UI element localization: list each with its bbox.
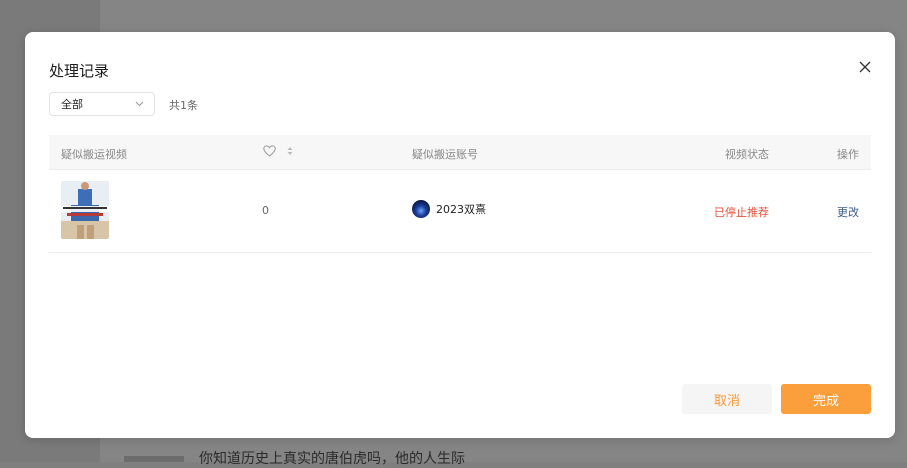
close-button[interactable] [855,57,875,77]
avatar [412,200,430,218]
column-action: 操作 [837,148,859,161]
account-cell[interactable]: 2023双熹 [412,200,486,218]
column-status: 视频状态 [725,148,769,161]
likes-count: 0 [262,204,269,217]
video-thumbnail-image [61,181,109,239]
records-modal: 处理记录 全部 共1条 疑似搬运视频 疑似搬运账号 视频状态 操作 0 2023… [25,32,895,438]
background-thumbnail [124,456,184,462]
change-link[interactable]: 更改 [837,204,859,220]
heart-icon [263,145,276,157]
records-table: 疑似搬运视频 疑似搬运账号 视频状态 操作 0 2023双熹 已停止推荐 更改 [49,135,871,253]
status-filter-select[interactable]: 全部 [49,92,155,116]
close-icon [859,61,871,73]
background-video-title: 你知道历史上真实的唐伯虎吗，他的人生际 [199,451,465,467]
confirm-button[interactable]: 完成 [781,384,871,414]
chevron-down-icon [135,101,144,107]
video-thumbnail[interactable] [61,181,109,239]
sort-icon [287,147,292,155]
status-badge: 已停止推荐 [714,206,769,219]
column-account: 疑似搬运账号 [412,148,478,161]
column-likes[interactable] [263,145,294,160]
filter-selected-value: 全部 [61,98,83,111]
table-header: 疑似搬运视频 疑似搬运账号 视频状态 操作 [49,135,871,169]
total-count: 共1条 [169,99,198,112]
account-name: 2023双熹 [436,203,486,216]
cancel-button[interactable]: 取消 [682,384,772,414]
column-video: 疑似搬运视频 [61,148,127,161]
modal-title: 处理记录 [49,62,110,80]
table-row: 0 2023双熹 已停止推荐 更改 [49,169,871,253]
